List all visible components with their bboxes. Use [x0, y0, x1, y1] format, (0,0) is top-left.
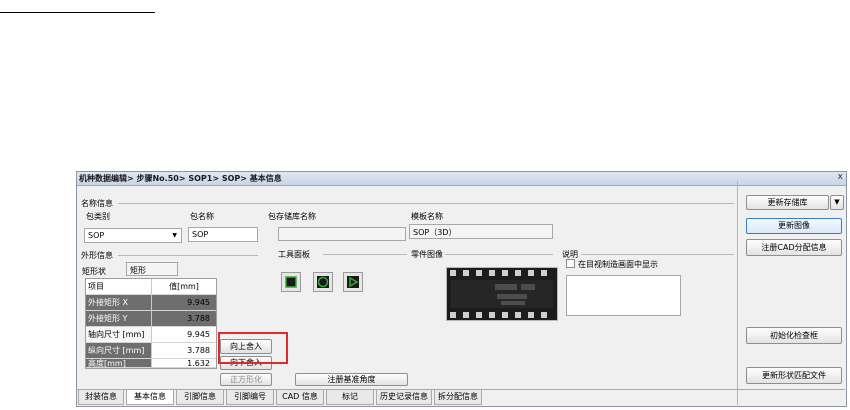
table-row[interactable]: 外接矩形 X [mm] 9.945: [86, 295, 216, 323]
tab-basic-info[interactable]: 基本信息: [126, 390, 174, 405]
description-textarea[interactable]: [566, 275, 681, 316]
highlight-box: [218, 332, 288, 364]
grid-item: 高度[mm]: [86, 359, 152, 368]
square-button[interactable]: 正方形化: [220, 373, 272, 386]
grid-value[interactable]: 3.788: [152, 343, 216, 359]
library-name-label: 包存储库名称: [268, 212, 316, 221]
tool-panel-separator: [323, 254, 407, 255]
register-angle-button[interactable]: 注册基准角度: [295, 373, 408, 386]
package-name-label: 包名称: [190, 212, 214, 221]
update-shape-match-button[interactable]: 更新形状匹配文件: [746, 367, 842, 384]
circle-select-icon[interactable]: [313, 272, 333, 292]
grid-item: 轴向尺寸 [mm]: [86, 327, 152, 343]
template-name-label: 模板名称: [411, 212, 443, 221]
window-title: 机种数据编辑> 步骤No.50> SOP1> SOP> 基本信息: [79, 174, 282, 183]
table-row[interactable]: 外接矩形 Y [mm] 3.788: [86, 311, 216, 339]
tool-panel-label: 工具面板: [278, 250, 310, 259]
shape-type-label: 矩形状: [82, 267, 106, 276]
name-info-section-label: 名称信息: [81, 199, 113, 208]
window-titlebar: 机种数据编辑> 步骤No.50> SOP1> SOP> 基本信息 x: [77, 172, 846, 186]
shape-info-separator: [118, 255, 258, 256]
grid-value[interactable]: 3.788: [152, 311, 216, 327]
update-library-button[interactable]: 更新存储库: [746, 195, 829, 210]
grid-item: 外接矩形 X [mm]: [86, 295, 152, 323]
part-image-separator: [445, 254, 553, 255]
category-label: 包类别: [86, 212, 110, 221]
template-name-field: SOP（3D）: [409, 224, 553, 239]
close-icon[interactable]: x: [838, 172, 843, 182]
shape-type-field: 矩形: [126, 262, 178, 276]
category-select[interactable]: SOP ▼: [84, 228, 182, 243]
table-row[interactable]: 轴向尺寸 [mm] 9.945: [86, 327, 216, 343]
tab-cad-info[interactable]: CAD 信息: [276, 390, 324, 405]
tab-history[interactable]: 历史记录信息: [376, 390, 432, 405]
package-name-input[interactable]: SOP: [188, 227, 258, 242]
grid-header-item: 项目: [86, 279, 152, 295]
shape-dimension-grid[interactable]: 项目 值[mm] 外接矩形 X [mm] 9.945 外接矩形 Y [mm] 3…: [85, 278, 217, 369]
grid-item: 纵向尺寸 [mm]: [86, 343, 152, 359]
grid-value[interactable]: 1.632: [152, 359, 216, 368]
rect-select-icon[interactable]: [281, 272, 301, 292]
tab-pin-info[interactable]: 引脚信息: [176, 390, 224, 405]
name-info-separator: [118, 203, 734, 204]
top-underline: [0, 12, 155, 13]
chevron-down-icon: ▼: [172, 232, 177, 239]
grid-header-row: 项目 值[mm]: [86, 279, 216, 295]
grid-value[interactable]: 9.945: [152, 295, 216, 311]
tab-package-info[interactable]: 封装信息: [78, 390, 124, 405]
register-cad-button[interactable]: 注册CAD分配信息: [746, 239, 842, 256]
description-separator: [581, 254, 734, 255]
update-image-button[interactable]: 更新图像: [746, 218, 842, 234]
grid-value[interactable]: 9.945: [152, 327, 216, 343]
play-icon[interactable]: [343, 272, 363, 292]
right-panel-separator: [737, 181, 738, 405]
tab-bar: 封装信息 基本信息 引脚信息 引脚编号 CAD 信息 标记 历史记录信息 拆分配…: [76, 389, 845, 406]
tab-marking[interactable]: 标记: [326, 390, 374, 405]
show-in-visual-label: 在目视制造画面中显示: [578, 260, 658, 269]
table-row[interactable]: 纵向尺寸 [mm] 3.788: [86, 343, 216, 359]
init-check-frame-button[interactable]: 初始化检查框: [746, 327, 842, 344]
tab-split-info[interactable]: 拆分配信息: [434, 390, 482, 405]
grid-header-value: 值[mm]: [152, 279, 216, 295]
tab-pin-number[interactable]: 引脚编号: [226, 390, 274, 405]
table-row[interactable]: 高度[mm] 1.632: [86, 359, 216, 368]
chevron-down-icon: ▼: [834, 198, 840, 206]
show-in-visual-checkbox[interactable]: [566, 259, 575, 268]
part-image-label: 零件图像: [411, 250, 443, 259]
part-image: [446, 267, 558, 321]
grid-item: 外接矩形 Y [mm]: [86, 311, 152, 339]
library-name-field: [278, 227, 406, 241]
update-library-dropdown[interactable]: ▼: [830, 195, 844, 210]
category-value: SOP: [88, 231, 105, 240]
shape-info-section-label: 外形信息: [81, 251, 113, 260]
